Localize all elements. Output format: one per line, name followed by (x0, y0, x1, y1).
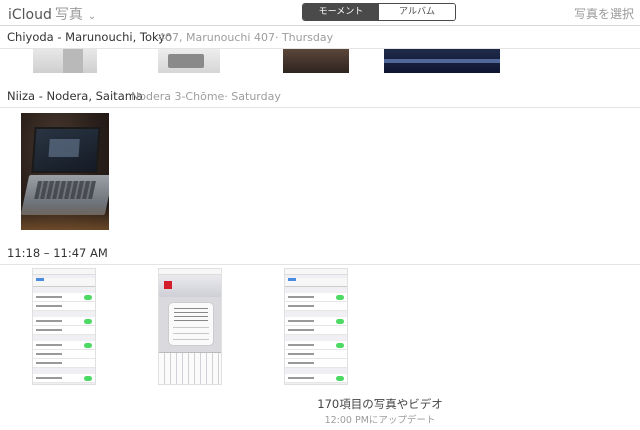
app-title[interactable]: iCloud 写真 ⌄ (8, 4, 96, 24)
albums-tab[interactable]: アルバム (379, 4, 455, 20)
moment-header: Niiza - Nodera, Saitama Nodera 3-Chōme· … (0, 86, 640, 108)
moment-subtitle: Nodera 3-Chōme· Saturday (131, 90, 281, 103)
last-updated-label: 12:00 PMにアップデート (324, 415, 436, 426)
app-brand: iCloud (8, 7, 52, 23)
moment-title: Chiyoda - Marunouchi, Tokyo (7, 30, 173, 44)
view-switch: モーメント アルバム (302, 3, 456, 21)
photo-thumbnail[interactable] (33, 49, 97, 73)
moment-header: 11:18 – 11:47 AM (0, 243, 640, 265)
photo-thumbnail[interactable] (384, 49, 500, 73)
photo-thumbnail[interactable] (158, 49, 220, 73)
photo-count-label: 170項目の写真やビデオ (317, 397, 443, 411)
photo-thumbnail-laptop[interactable] (21, 113, 109, 230)
top-bar: iCloud 写真 ⌄ モーメント アルバム 写真を選択 (0, 0, 640, 26)
photo-thumbnail-screenshot[interactable] (158, 268, 222, 385)
moment-header: Chiyoda - Marunouchi, Tokyo 407, Marunou… (0, 27, 640, 49)
photo-thumbnail-screenshot[interactable] (284, 268, 348, 385)
moment-title: Niiza - Nodera, Saitama (7, 89, 143, 103)
app-section: 写真 (54, 7, 83, 23)
moment-title: 11:18 – 11:47 AM (7, 246, 108, 260)
moment-subtitle: 407, Marunouchi 407· Thursday (158, 31, 334, 44)
photo-thumbnail-screenshot[interactable] (32, 268, 96, 385)
chevron-down-icon[interactable]: ⌄ (88, 11, 96, 22)
photo-thumbnail[interactable] (283, 49, 349, 73)
select-photos-button[interactable]: 写真を選択 (574, 5, 634, 22)
moments-tab[interactable]: モーメント (303, 4, 379, 20)
